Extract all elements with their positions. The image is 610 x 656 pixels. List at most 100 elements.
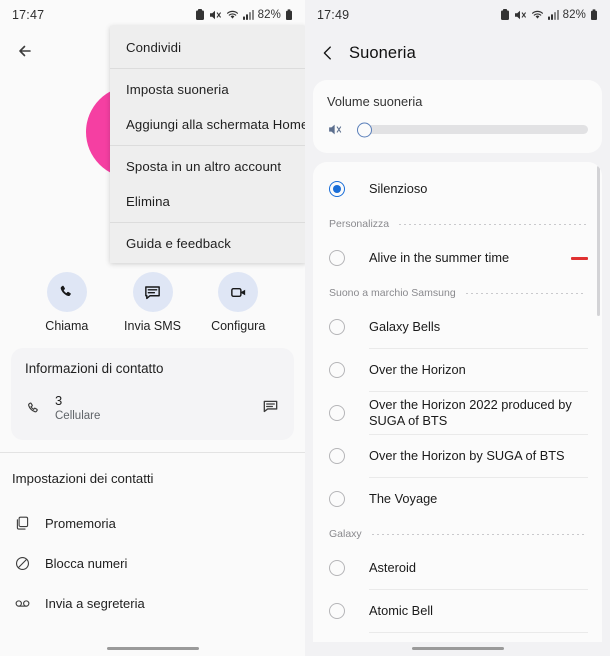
volume-label: Volume suoneria xyxy=(327,94,423,109)
voicemail-icon xyxy=(14,595,45,612)
block-icon xyxy=(14,555,45,572)
radio-button[interactable] xyxy=(329,448,345,464)
settings-item-reminder[interactable]: Promemoria xyxy=(0,503,305,543)
signal-icon xyxy=(547,10,559,20)
menu-item-help-feedback[interactable]: Guida e feedback xyxy=(110,226,305,261)
section-dotted-line xyxy=(399,223,586,225)
section-divider xyxy=(0,452,305,453)
ringtone-label: Alive in the summer time xyxy=(369,249,510,265)
right-phone-screen: 17:49 82% Suoneria Volume suoneria Silen… xyxy=(305,0,610,656)
volume-slider[interactable] xyxy=(357,122,588,137)
mute-icon xyxy=(209,10,221,20)
ringtone-option-custom[interactable]: Alive in the summer time xyxy=(313,237,602,279)
ringtone-header: Suoneria xyxy=(305,30,610,76)
clipboard-icon xyxy=(500,9,509,20)
battery-percent: 82% xyxy=(562,9,586,21)
contact-phone-row[interactable]: 3 Cellulare xyxy=(25,393,280,425)
ringtone-option[interactable]: Over the Horizon xyxy=(313,349,602,391)
clipboard-icon xyxy=(195,9,204,20)
menu-divider xyxy=(110,68,305,69)
battery-percent: 82% xyxy=(257,9,281,21)
battery-icon xyxy=(591,9,597,20)
message-icon xyxy=(132,272,173,312)
ringtone-option-silent[interactable]: Silenzioso xyxy=(313,168,602,210)
phone-icon xyxy=(46,272,87,312)
status-time: 17:47 xyxy=(12,8,45,22)
radio-button[interactable] xyxy=(329,319,345,335)
contact-phone-number: 3 xyxy=(55,393,63,408)
menu-item-add-to-home[interactable]: Aggiungi alla schermata Home xyxy=(110,107,305,142)
menu-item-share[interactable]: Condividi xyxy=(110,30,305,65)
section-header-samsung: Suono a marchio Samsung xyxy=(313,279,602,306)
ringtone-option[interactable]: The Voyage xyxy=(313,478,602,520)
section-label: Personalizza xyxy=(329,218,390,230)
chevron-left-icon[interactable] xyxy=(319,44,341,62)
mute-icon xyxy=(514,10,526,20)
menu-divider xyxy=(110,222,305,223)
action-configure[interactable]: Configura xyxy=(195,272,281,333)
ringtone-option[interactable]: Atomic Bell xyxy=(313,590,602,632)
ringtone-option[interactable]: Galaxy Bells xyxy=(313,306,602,348)
contact-settings-title: Impostazioni dei contatti xyxy=(12,471,154,486)
mute-speaker-icon xyxy=(327,121,353,138)
slider-track xyxy=(357,125,588,134)
section-dotted-line xyxy=(371,533,586,535)
menu-item-delete[interactable]: Elimina xyxy=(110,184,305,219)
ringtone-option[interactable]: Over the Horizon 2022 produced by SUGA o… xyxy=(313,392,602,434)
dual-screenshot: 17:47 82% Condividi Imposta suoneria Agg… xyxy=(0,0,610,656)
section-dotted-line xyxy=(465,292,586,294)
ringtone-label: Silenzioso xyxy=(369,180,428,196)
home-indicator[interactable] xyxy=(106,646,199,650)
action-configure-label: Configura xyxy=(211,319,266,333)
slider-thumb[interactable] xyxy=(357,122,372,137)
ringtone-label: Galaxy Bells xyxy=(369,318,441,334)
ringtone-option[interactable]: Asteroid xyxy=(313,547,602,589)
action-call-label: Chiama xyxy=(45,319,89,333)
contact-settings-list: Promemoria Blocca numeri Invia a segrete… xyxy=(0,503,305,623)
radio-button[interactable] xyxy=(329,405,345,421)
ringtone-option[interactable]: Over the Horizon by SUGA of BTS xyxy=(313,435,602,477)
battery-icon xyxy=(286,9,292,20)
back-arrow-icon[interactable] xyxy=(12,38,38,64)
action-sms-label: Invia SMS xyxy=(124,319,181,333)
action-sms[interactable]: Invia SMS xyxy=(110,272,196,333)
home-indicator[interactable] xyxy=(411,646,504,650)
radio-button[interactable] xyxy=(329,362,345,378)
status-bar-right: 17:49 82% xyxy=(305,0,610,30)
status-icons: 82% xyxy=(195,9,293,21)
action-call[interactable]: Chiama xyxy=(24,272,110,333)
video-camera-icon xyxy=(218,272,259,312)
radio-button[interactable] xyxy=(329,560,345,576)
scrollbar[interactable] xyxy=(597,166,600,316)
radio-button[interactable] xyxy=(329,250,345,266)
quick-actions: Chiama Invia SMS Configura xyxy=(0,272,305,333)
reminder-icon xyxy=(14,515,45,532)
wifi-icon xyxy=(226,10,238,19)
contact-phone-type: Cellulare xyxy=(55,410,101,423)
contact-info-title: Informazioni di contatto xyxy=(25,361,164,376)
menu-item-set-ringtone[interactable]: Imposta suoneria xyxy=(110,72,305,107)
volume-card: Volume suoneria xyxy=(313,80,602,153)
settings-item-reminder-label: Promemoria xyxy=(45,515,116,531)
menu-item-move-account[interactable]: Sposta in un altro account xyxy=(110,149,305,184)
radio-button-selected[interactable] xyxy=(329,181,345,197)
message-icon[interactable] xyxy=(261,397,280,421)
radio-button[interactable] xyxy=(329,491,345,507)
contact-phone-text: 3 Cellulare xyxy=(55,393,100,425)
radio-button[interactable] xyxy=(329,603,345,619)
section-label: Galaxy xyxy=(329,528,362,540)
remove-icon[interactable] xyxy=(571,256,588,260)
contact-info-card: Informazioni di contatto 3 Cellulare xyxy=(11,348,294,440)
settings-item-voicemail[interactable]: Invia a segreteria xyxy=(0,583,305,623)
volume-slider-row xyxy=(327,121,588,138)
signal-icon xyxy=(242,10,254,20)
settings-item-block-numbers[interactable]: Blocca numeri xyxy=(0,543,305,583)
ringtone-label: Over the Horizon 2022 produced by SUGA o… xyxy=(369,396,572,428)
settings-item-voicemail-label: Invia a segreteria xyxy=(45,595,145,611)
page-title: Suoneria xyxy=(349,43,416,62)
section-header-galaxy: Galaxy xyxy=(313,520,602,547)
menu-divider xyxy=(110,145,305,146)
wifi-icon xyxy=(531,10,543,19)
status-time: 17:49 xyxy=(317,8,350,22)
ringtone-list: Silenzioso Personalizza Alive in the sum… xyxy=(313,162,602,656)
